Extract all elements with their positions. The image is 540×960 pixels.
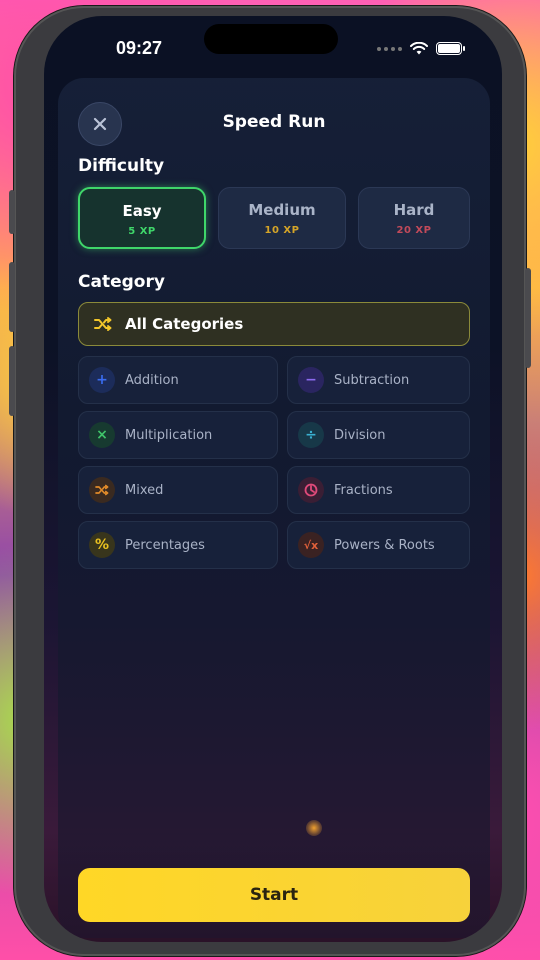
xp-label: 10 XP: [264, 225, 300, 236]
wifi-icon: [410, 42, 428, 55]
side-button: [9, 346, 15, 416]
square-root-icon: √x: [298, 532, 324, 558]
difficulty-label: Hard: [393, 201, 435, 219]
page-title: Speed Run: [222, 112, 326, 132]
phone-screen: 09:27 Speed Run Difficulty Easy 5 XP Med…: [44, 16, 502, 942]
decorative-glow: [306, 820, 322, 836]
power-button: [525, 268, 531, 368]
side-button: [9, 262, 15, 332]
difficulty-hard-button[interactable]: Hard 20 XP: [358, 187, 470, 249]
category-label: Fractions: [334, 482, 393, 498]
category-label: Division: [334, 427, 386, 443]
all-categories-label: All Categories: [125, 315, 244, 333]
multiply-icon: ×: [89, 422, 115, 448]
category-multiplication-button[interactable]: × Multiplication: [78, 411, 278, 459]
minus-icon: −: [298, 367, 324, 393]
category-label: Multiplication: [125, 427, 213, 443]
difficulty-medium-button[interactable]: Medium 10 XP: [218, 187, 346, 249]
category-mixed-button[interactable]: Mixed: [78, 466, 278, 514]
cellular-signal-icon: [377, 46, 402, 51]
divide-icon: ÷: [298, 422, 324, 448]
category-label: Percentages: [125, 537, 205, 553]
category-addition-button[interactable]: + Addition: [78, 356, 278, 404]
category-percentages-button[interactable]: % Percentages: [78, 521, 278, 569]
category-label: Addition: [125, 372, 179, 388]
pie-chart-icon: [298, 477, 324, 503]
difficulty-label: Medium: [248, 201, 316, 219]
category-subtraction-button[interactable]: − Subtraction: [287, 356, 470, 404]
category-division-button[interactable]: ÷ Division: [287, 411, 470, 459]
start-button[interactable]: Start: [78, 868, 470, 922]
category-label: Subtraction: [334, 372, 410, 388]
plus-icon: +: [89, 367, 115, 393]
battery-icon: [436, 42, 465, 55]
category-fractions-button[interactable]: Fractions: [287, 466, 470, 514]
category-label: Mixed: [125, 482, 164, 498]
status-time: 09:27: [116, 38, 163, 58]
side-button: [9, 190, 15, 234]
difficulty-label: Easy: [122, 202, 162, 220]
category-label: Powers & Roots: [334, 537, 435, 553]
category-heading: Category: [78, 272, 165, 292]
xp-label: 20 XP: [396, 225, 432, 236]
percent-icon: %: [89, 532, 115, 558]
status-icons: [377, 42, 465, 55]
dynamic-island: [204, 24, 338, 54]
speed-run-sheet: Speed Run Difficulty Easy 5 XP Medium 10…: [58, 78, 490, 938]
xp-label: 5 XP: [128, 226, 156, 237]
category-powers-roots-button[interactable]: √x Powers & Roots: [287, 521, 470, 569]
difficulty-easy-button[interactable]: Easy 5 XP: [78, 187, 206, 249]
difficulty-heading: Difficulty: [78, 156, 165, 176]
shuffle-icon: [89, 477, 115, 503]
status-bar: 09:27: [44, 16, 502, 76]
shuffle-icon: [94, 317, 112, 331]
all-categories-button[interactable]: All Categories: [78, 302, 470, 346]
